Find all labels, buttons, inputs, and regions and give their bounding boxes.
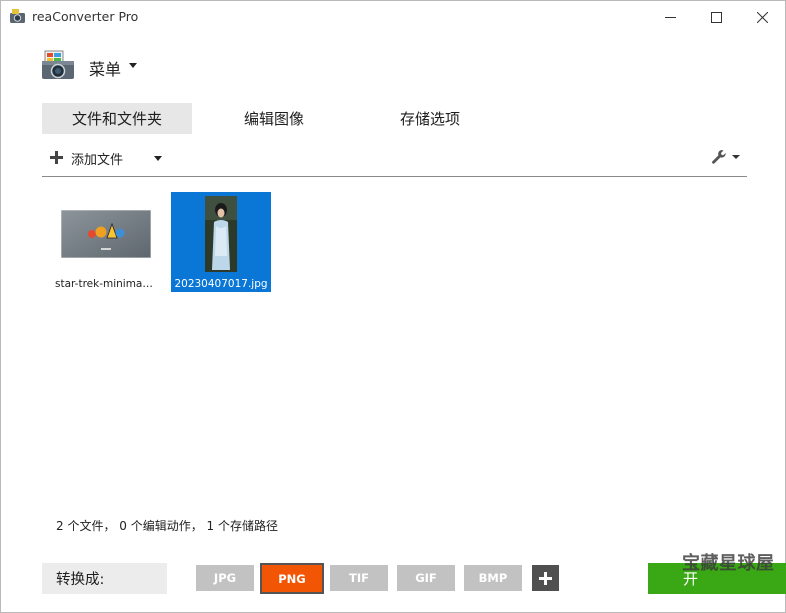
tab-saving-options[interactable]: 存储选项 [357,103,503,134]
file-name: star-trek-minimalis... [55,278,155,290]
format-tif-button[interactable]: TIF [330,565,388,591]
menu-button-label[interactable]: 菜单 [89,56,121,80]
file-tile-selected[interactable]: 20230407017.jpg [171,192,271,292]
format-png-button[interactable]: PNG [260,563,324,594]
maximize-icon [710,11,722,23]
maximize-button[interactable] [693,1,739,33]
close-icon [756,11,768,23]
app-window: reaConverter Pro 菜单 文件和文件夹 编辑图像 存储选项 添加文… [0,0,786,613]
format-gif-button[interactable]: GIF [397,565,455,591]
minimize-icon [664,16,676,18]
format-bmp-button[interactable]: BMP [464,565,522,591]
file-name: 20230407017.jpg [174,278,268,290]
menu-caret-down-icon[interactable] [129,63,137,68]
format-jpg-button[interactable]: JPG [196,565,254,591]
convert-to-label: 转换成: [42,563,167,594]
add-files-plus-icon[interactable] [50,151,63,164]
close-button[interactable] [739,1,785,33]
tab-edit-images[interactable]: 编辑图像 [201,103,347,134]
settings-wrench-icon[interactable] [711,148,741,166]
status-text: 2 个文件， 0 个编辑动作， 1 个存储路径 [56,519,278,533]
app-camera-icon [10,9,25,23]
minimize-button[interactable] [647,1,693,33]
menu-camera-icon[interactable] [41,49,75,81]
file-thumbnail-image [205,196,237,272]
add-format-button[interactable] [532,565,559,591]
add-files-dropdown-icon[interactable] [154,156,162,161]
file-tile[interactable]: star-trek-minimalis... [55,192,155,292]
add-files-button[interactable]: 添加文件 [71,149,123,168]
watermark-text: 宝藏星球屋 [682,553,775,574]
toolbar-divider [42,176,747,177]
file-thumbnail-image [61,210,151,258]
window-title: reaConverter Pro [32,9,139,24]
title-bar[interactable]: reaConverter Pro [1,1,785,33]
plus-icon [539,571,552,585]
tab-files-and-folders[interactable]: 文件和文件夹 [42,103,192,134]
